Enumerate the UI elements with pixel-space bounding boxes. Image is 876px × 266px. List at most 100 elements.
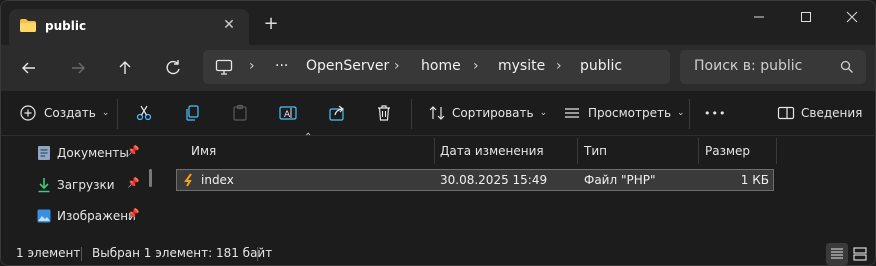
breadcrumb-mysite[interactable]: mysite xyxy=(498,58,545,74)
create-button[interactable]: Создать ⌄ xyxy=(18,102,109,124)
column-header-name[interactable]: Имя xyxy=(191,144,216,170)
details-pane-button[interactable]: Сведения xyxy=(776,102,862,124)
sort-icon xyxy=(429,106,445,120)
search-icon xyxy=(840,60,853,73)
search-placeholder: Поиск в: public xyxy=(694,58,803,74)
sidebar-item-label: Загрузки xyxy=(57,178,115,192)
details-view-button[interactable] xyxy=(826,243,848,265)
chevron-right-icon: › xyxy=(249,58,255,74)
selection-info: Выбран 1 элемент: 181 байт xyxy=(92,246,273,260)
sidebar-item-downloads[interactable]: Загрузки xyxy=(37,175,115,195)
file-name: index xyxy=(201,173,234,187)
new-tab-button[interactable]: + xyxy=(260,13,282,35)
search-input[interactable]: Поиск в: public xyxy=(680,50,866,84)
file-type: Файл "PHP" xyxy=(584,173,656,187)
file-size: 1 КБ xyxy=(740,173,769,187)
sort-button[interactable]: Сортировать ⌄ xyxy=(427,102,547,124)
breadcrumb-public[interactable]: public xyxy=(580,58,622,74)
divider xyxy=(81,247,82,261)
sidebar-item-label: Изображени xyxy=(57,209,136,223)
view-button[interactable]: Просмотреть ⌄ xyxy=(562,102,685,124)
pin-icon[interactable]: 📌 xyxy=(127,146,139,157)
cut-button[interactable] xyxy=(134,102,154,124)
arrow-left-icon xyxy=(22,62,35,74)
breadcrumb-home[interactable]: home xyxy=(421,58,461,74)
close-window-button[interactable] xyxy=(829,5,875,29)
folder-icon xyxy=(20,19,36,32)
back-button[interactable] xyxy=(15,54,43,82)
images-icon xyxy=(37,209,51,223)
column-divider[interactable] xyxy=(776,138,777,164)
tiles-view-button[interactable] xyxy=(849,243,871,265)
chevron-right-icon[interactable]: › xyxy=(394,58,400,74)
share-button[interactable] xyxy=(327,102,347,124)
divider xyxy=(117,99,118,129)
pin-icon[interactable]: 📌 xyxy=(127,178,139,189)
php-file-icon xyxy=(182,173,196,187)
status-bar: 1 элемент Выбран 1 элемент: 181 байт xyxy=(1,241,875,265)
minimize-button[interactable] xyxy=(736,5,782,29)
create-label: Создать xyxy=(44,106,96,120)
computer-icon xyxy=(215,59,233,75)
paste-button[interactable] xyxy=(230,102,250,124)
command-bar: Создать ⌄ A Сортировать ⌄ Просмотреть ⌄ … xyxy=(1,91,875,136)
downloads-icon xyxy=(38,178,50,193)
delete-button[interactable] xyxy=(374,102,394,124)
sort-label: Сортировать xyxy=(452,106,534,120)
chevron-down-icon: ⌄ xyxy=(101,108,110,118)
refresh-icon xyxy=(166,60,180,75)
column-header-type[interactable]: Тип xyxy=(584,144,607,170)
plus-circle-icon xyxy=(20,105,36,121)
column-header-size[interactable]: Размер xyxy=(705,144,750,170)
copy-button[interactable] xyxy=(182,102,202,124)
chevron-down-icon: ⌄ xyxy=(539,108,548,118)
tab-title: public xyxy=(45,19,87,33)
pin-icon[interactable]: 📌 xyxy=(127,209,139,220)
column-divider[interactable] xyxy=(434,138,435,164)
view-list-icon xyxy=(565,108,579,118)
rename-button[interactable]: A xyxy=(278,102,298,124)
up-button[interactable] xyxy=(111,54,139,82)
svg-text:A: A xyxy=(284,110,291,120)
column-divider[interactable] xyxy=(698,138,699,164)
forward-button[interactable] xyxy=(64,54,92,82)
chevron-down-icon: ⌄ xyxy=(677,108,685,118)
file-row[interactable]: index 30.08.2025 15:49 Файл "PHP" 1 КБ xyxy=(176,169,774,191)
details-view-icon xyxy=(831,248,843,259)
trash-icon xyxy=(378,105,390,121)
navigation-pane: Документы 📌 Загрузки 📌 Изображени 📌 xyxy=(1,137,161,240)
item-count: 1 элемент xyxy=(16,246,81,260)
breadcrumb-openserver[interactable]: OpenServer xyxy=(306,58,389,74)
close-icon xyxy=(846,11,858,23)
clipboard-icon xyxy=(233,104,247,121)
sidebar-item-images[interactable]: Изображени xyxy=(37,206,136,226)
address-bar[interactable]: › ··· › OpenServer home › mysite › publi… xyxy=(203,50,670,84)
sidebar-scrollbar[interactable] xyxy=(149,169,152,187)
explorer-window: public ✕ + › ··· › OpenServer home › mys… xyxy=(0,0,876,266)
sidebar-item-documents[interactable]: Документы xyxy=(37,143,129,163)
documents-icon xyxy=(38,146,50,160)
close-tab-icon[interactable]: ✕ xyxy=(219,15,239,35)
details-label: Сведения xyxy=(801,106,863,120)
navigation-bar: › ··· › OpenServer home › mysite › publi… xyxy=(1,45,875,91)
column-divider[interactable] xyxy=(577,138,578,164)
tiles-view-icon xyxy=(853,247,867,261)
chevron-right-icon[interactable]: › xyxy=(473,58,479,74)
divider xyxy=(411,99,412,129)
chevron-right-icon[interactable]: › xyxy=(556,58,562,74)
rename-icon: A xyxy=(279,106,297,120)
arrow-up-icon xyxy=(119,61,131,74)
arrow-right-icon xyxy=(72,62,85,74)
minimize-icon xyxy=(754,16,764,18)
share-icon xyxy=(329,105,344,121)
divider xyxy=(257,247,258,261)
column-header-date[interactable]: Дата изменения xyxy=(440,144,544,170)
breadcrumb-ellipsis[interactable]: ··· xyxy=(275,58,288,74)
file-date: 30.08.2025 15:49 xyxy=(440,173,548,187)
more-options-button[interactable]: ••• xyxy=(704,102,726,124)
sort-ascending-icon: ⌃ xyxy=(304,132,313,143)
tab-public[interactable]: public ✕ xyxy=(9,9,249,45)
refresh-button[interactable] xyxy=(159,54,187,82)
maximize-button[interactable] xyxy=(783,5,829,29)
view-label: Просмотреть xyxy=(588,106,672,120)
